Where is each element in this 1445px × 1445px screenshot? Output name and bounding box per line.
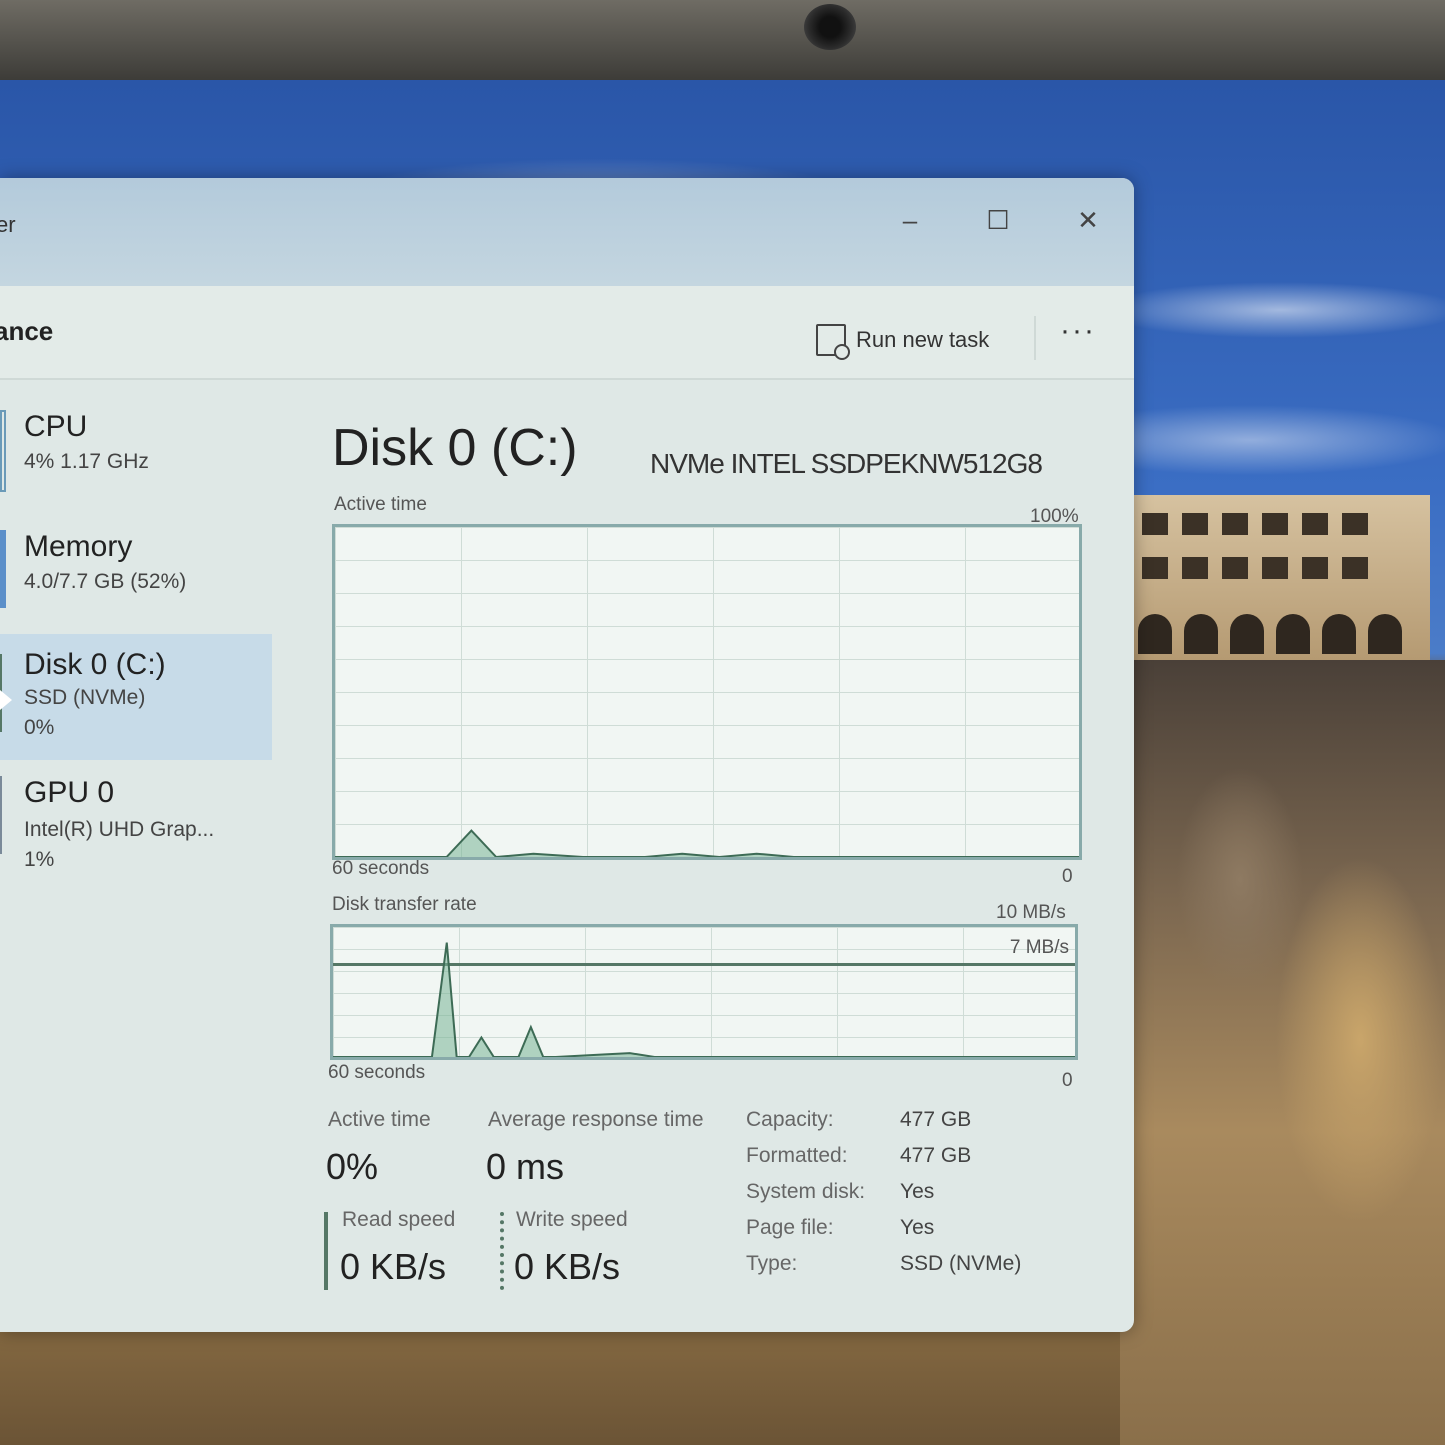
webcam: [804, 4, 856, 50]
monitor-bezel: [0, 0, 1445, 80]
sidebar-item-usage: 1%: [24, 848, 55, 871]
sidebar-item-sub: SSD (NVMe): [24, 686, 146, 709]
run-new-task-label: Run new task: [856, 327, 990, 352]
graph2-time-label: 60 seconds: [328, 1062, 426, 1083]
sidebar-item-sub: Intel(R) UHD Grap...: [24, 818, 215, 841]
read-speed-label: Read speed: [342, 1208, 456, 1231]
sidebar-item-usage: 0%: [24, 716, 55, 739]
page-title: ance: [0, 316, 54, 346]
prop-formatted-label: Formatted:: [746, 1144, 848, 1167]
window-title: er: [0, 212, 16, 237]
graph1-time-label: 60 seconds: [332, 858, 430, 879]
maximize-button[interactable]: ☐: [978, 200, 1018, 240]
graph2-max: 10 MB/s: [996, 902, 1066, 923]
transfer-rate-chart: [333, 942, 1075, 1057]
avg-response-value: 0 ms: [486, 1146, 565, 1187]
sidebar-item-label: Memory: [24, 530, 133, 563]
read-speed-indicator: [324, 1212, 328, 1290]
minimize-button[interactable]: –: [890, 200, 930, 240]
sidebar-item-sub: 4% 1.17 GHz: [24, 450, 149, 473]
sidebar-item-gpu[interactable]: GPU 0 Intel(R) UHD Grap... 1%: [0, 766, 272, 892]
active-time-chart: [335, 829, 1079, 857]
write-speed-label: Write speed: [516, 1208, 628, 1231]
disk-title: Disk 0 (C:): [332, 419, 578, 477]
prop-capacity-value: 477 GB: [900, 1108, 972, 1131]
sidebar-item-label: Disk 0 (C:): [24, 648, 166, 681]
graph2-min: 0: [1062, 1070, 1073, 1091]
write-speed-indicator: [500, 1212, 504, 1290]
sidebar-item-sub: 4.0/7.7 GB (52%): [24, 570, 187, 593]
prop-system-disk-value: Yes: [900, 1180, 935, 1203]
transfer-rate-graph: 7 MB/s: [330, 924, 1078, 1060]
mouse-cursor: [0, 690, 12, 710]
more-options-button[interactable]: ···: [1060, 314, 1096, 348]
toolbar-divider: [1034, 316, 1036, 360]
graph1-label: Active time: [334, 494, 427, 515]
wallpaper-cliff: [1120, 660, 1445, 1445]
disk-model: NVMe INTEL SSDPEKNW512G8: [650, 448, 1043, 479]
active-time-label: Active time: [328, 1108, 431, 1131]
prop-page-file-label: Page file:: [746, 1216, 834, 1239]
active-time-graph: [332, 524, 1082, 860]
write-speed-value: 0 KB/s: [514, 1246, 621, 1287]
prop-formatted-value: 477 GB: [900, 1144, 972, 1167]
prop-type-label: Type:: [746, 1252, 798, 1275]
sidebar-item-label: CPU: [24, 410, 88, 443]
sidebar-item-memory[interactable]: Memory 4.0/7.7 GB (52%): [0, 520, 272, 646]
task-manager-window: er – ☐ ✕ ance Run new task ··· CPU 4% 1.…: [0, 178, 1134, 1332]
toolbar: ance Run new task ···: [0, 286, 1134, 380]
prop-system-disk-label: System disk:: [746, 1180, 866, 1203]
read-speed-value: 0 KB/s: [340, 1246, 447, 1287]
wallpaper-building: [1130, 495, 1430, 660]
prop-capacity-label: Capacity:: [746, 1108, 834, 1131]
active-time-series-line: [335, 829, 1079, 857]
graph1-min: 0: [1062, 866, 1073, 887]
cpu-mini-graph: [0, 410, 6, 492]
active-time-series-area: [335, 830, 1079, 857]
gpu-mini-graph: [0, 776, 4, 854]
run-task-icon: [816, 324, 850, 360]
title-bar[interactable]: er – ☐ ✕: [0, 178, 1134, 286]
close-button[interactable]: ✕: [1068, 200, 1108, 240]
graph2-label: Disk transfer rate: [332, 894, 477, 915]
performance-sidebar: CPU 4% 1.17 GHz Memory 4.0/7.7 GB (52%) …: [0, 378, 300, 1332]
memory-mini-graph: [0, 530, 6, 608]
run-new-task-button[interactable]: Run new task: [816, 324, 990, 360]
sidebar-item-disk[interactable]: Disk 0 (C:) SSD (NVMe) 0%: [0, 634, 272, 760]
prop-type-value: SSD (NVMe): [900, 1252, 1022, 1275]
avg-response-label: Average response time: [488, 1108, 704, 1131]
prop-page-file-value: Yes: [900, 1216, 935, 1239]
active-time-value: 0%: [326, 1146, 379, 1187]
sidebar-item-cpu[interactable]: CPU 4% 1.17 GHz: [0, 400, 272, 526]
sidebar-item-label: GPU 0: [24, 776, 115, 809]
